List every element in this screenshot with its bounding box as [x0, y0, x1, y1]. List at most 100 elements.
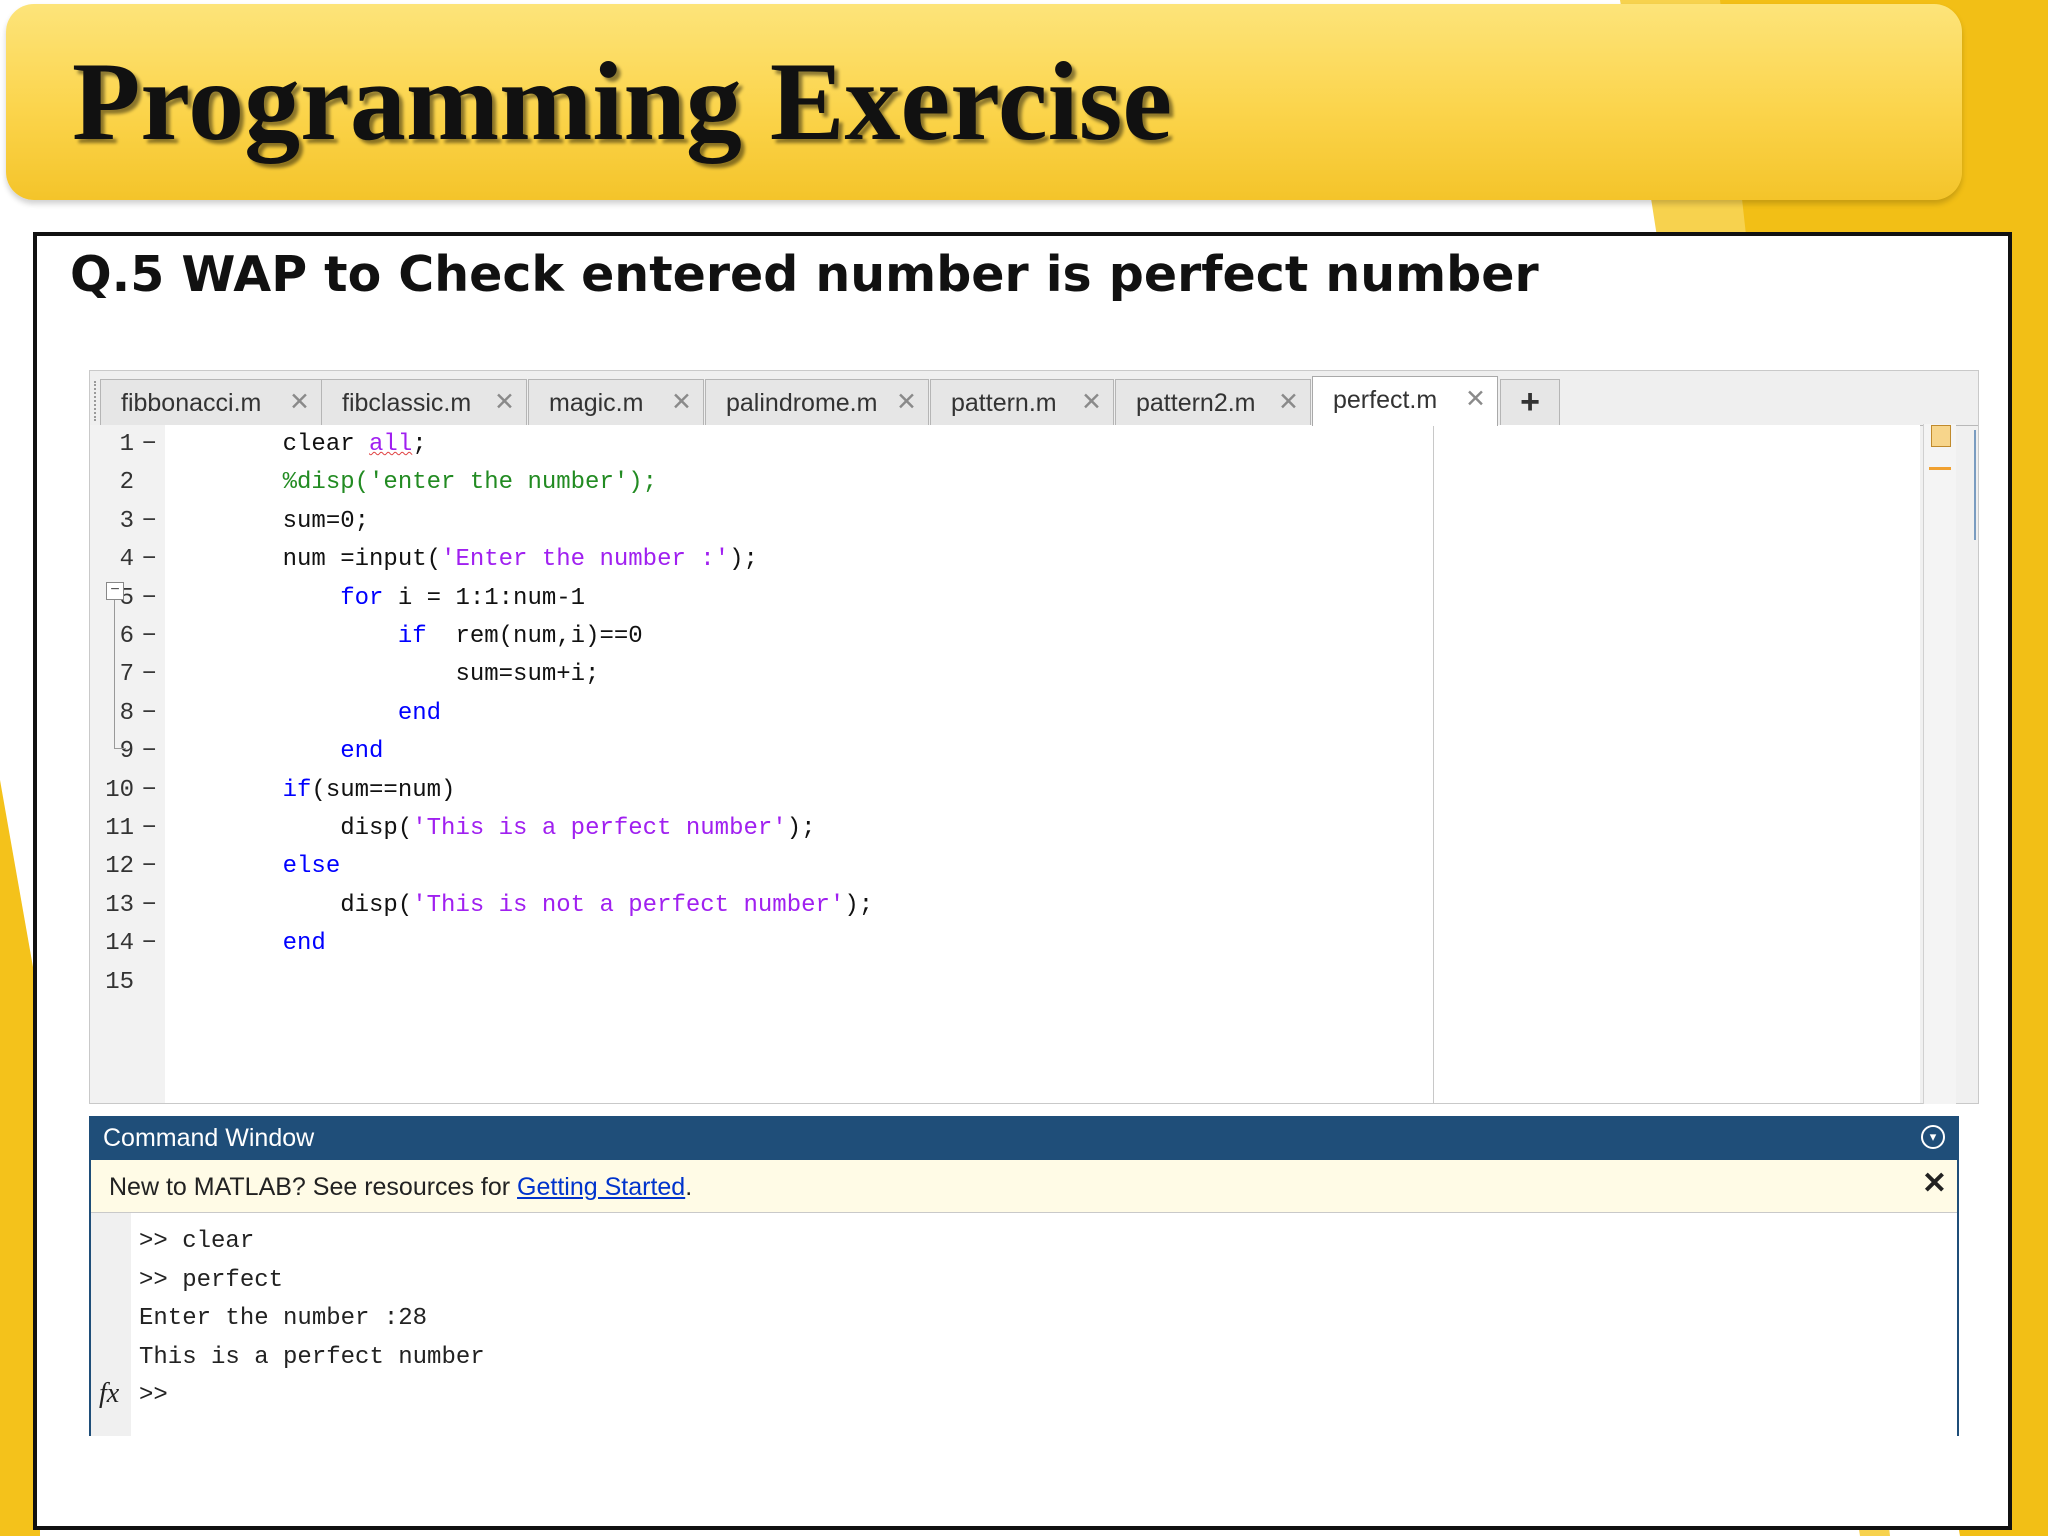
getting-started-notice: New to MATLAB? See resources for Getting… — [91, 1160, 1957, 1213]
code-token: %disp('enter the number'); — [225, 469, 658, 497]
tab-label: palindrome.m — [726, 389, 878, 417]
breakpoint-marker[interactable]: − — [142, 585, 156, 612]
command-line: >> perfect — [139, 1266, 284, 1294]
getting-started-link[interactable]: Getting Started — [517, 1173, 685, 1201]
code-token: disp( — [225, 815, 413, 842]
code-line[interactable]: 2 %disp('enter the number'); — [90, 463, 1550, 501]
code-line[interactable]: 15 — [90, 963, 1550, 1001]
code-token: rem(num,i)==0 — [426, 623, 643, 650]
breakpoint-marker[interactable]: − — [142, 738, 156, 765]
code-line[interactable]: 11− disp('This is a perfect number'); — [90, 809, 1550, 847]
editor-edge-marks — [1974, 430, 1982, 540]
warning-marker[interactable] — [1929, 467, 1951, 470]
slide-title: Programming Exercise — [72, 40, 1173, 164]
line-number: 14 — [105, 930, 134, 958]
close-notice-icon[interactable]: ✕ — [1922, 1166, 1947, 1201]
breakpoint-marker[interactable]: − — [142, 431, 156, 458]
code-line[interactable]: 5− for i = 1:1:num-1 — [90, 579, 1550, 617]
breakpoint-marker[interactable]: − — [142, 853, 156, 880]
code-token: 'This is a perfect number' — [412, 815, 787, 842]
tab-label: magic.m — [549, 389, 644, 417]
code-token: sum=sum+i; — [225, 661, 600, 689]
code-token: i = 1:1:num-1 — [383, 584, 586, 612]
function-browser-icon[interactable]: fx — [99, 1378, 119, 1410]
matlab-editor: fibbonacci.m ✕ fibclassic.m ✕ magic.m ✕ palind… — [89, 370, 1979, 1104]
code-line[interactable]: 7− sum=sum+i; — [90, 655, 1550, 693]
close-tab-icon[interactable]: ✕ — [1081, 387, 1102, 417]
close-tab-icon[interactable]: ✕ — [896, 387, 917, 417]
line-number: 4 — [119, 546, 134, 574]
tab-fibbonacci-m[interactable]: fibbonacci.m ✕ — [100, 379, 322, 425]
code-text: disp('This is not a perfect number'); — [225, 892, 873, 919]
close-tab-icon[interactable]: ✕ — [494, 387, 515, 417]
breakpoint-marker[interactable]: − — [142, 508, 156, 535]
breakpoint-marker[interactable]: − — [142, 546, 156, 573]
tab-pattern-m[interactable]: pattern.m ✕ — [930, 379, 1114, 425]
code-token: all — [369, 431, 413, 458]
right-margin-line — [1433, 424, 1434, 1104]
code-token: else — [282, 853, 341, 881]
line-number: 13 — [105, 891, 134, 919]
breakpoint-marker[interactable]: − — [142, 661, 156, 688]
tab-palindrome-m[interactable]: palindrome.m ✕ — [705, 379, 929, 425]
notice-text: New to MATLAB? See resources for Getting… — [109, 1173, 692, 1202]
close-tab-icon[interactable]: ✕ — [1465, 384, 1486, 414]
code-token: end — [340, 738, 384, 766]
code-token: for — [340, 584, 384, 612]
breakpoint-marker[interactable]: − — [142, 930, 156, 957]
command-line: Enter the number :28 — [139, 1305, 428, 1332]
code-text: end — [225, 738, 383, 765]
window-actions-icon[interactable]: ▾ — [1921, 1125, 1945, 1149]
breakpoint-marker[interactable]: − — [142, 815, 156, 842]
command-window-header: Command Window ▾ — [89, 1116, 1959, 1160]
line-number: 8 — [119, 699, 134, 727]
close-tab-icon[interactable]: ✕ — [671, 387, 692, 417]
line-number: 7 — [119, 661, 134, 689]
line-number: 11 — [105, 815, 134, 842]
code-text: num =input('Enter the number :'); — [225, 546, 758, 573]
code-line[interactable]: 10− if(sum==num) — [90, 771, 1550, 809]
new-tab-button[interactable]: + — [1500, 379, 1560, 425]
code-line[interactable]: 12− else — [90, 847, 1550, 885]
code-token: end — [397, 699, 442, 727]
code-line[interactable]: 9− end — [90, 732, 1550, 770]
code-token: disp( — [225, 891, 413, 919]
code-text: sum=sum+i; — [225, 661, 599, 688]
tab-pattern2-m[interactable]: pattern2.m ✕ — [1115, 379, 1311, 425]
fold-collapse-icon[interactable]: − — [106, 582, 124, 600]
line-number: 12 — [105, 853, 134, 881]
tab-label: fibclassic.m — [342, 389, 472, 417]
code-text: sum=0; — [225, 508, 369, 535]
fold-guide-line — [114, 600, 115, 748]
code-token: num =input( — [225, 546, 442, 574]
tab-perfect-m[interactable]: perfect.m ✕ — [1312, 376, 1498, 426]
code-line[interactable]: 8− end — [90, 694, 1550, 732]
code-line[interactable]: 13− disp('This is not a perfect number')… — [90, 886, 1550, 924]
code-line[interactable]: 14− end — [90, 924, 1550, 962]
breakpoint-marker[interactable]: − — [142, 892, 156, 919]
tab-magic-m[interactable]: magic.m ✕ — [528, 379, 704, 425]
tab-label: pattern.m — [951, 389, 1057, 417]
close-tab-icon[interactable]: ✕ — [289, 387, 310, 417]
breakpoint-marker[interactable]: − — [142, 777, 156, 804]
line-number: 1 — [119, 431, 134, 458]
code-area[interactable]: 1− clear all; 2 %disp('enter the number')… — [90, 425, 1920, 1103]
warning-indicator-icon[interactable] — [1931, 425, 1951, 447]
breakpoint-marker[interactable]: − — [142, 700, 156, 727]
breakpoint-marker[interactable]: − — [142, 623, 156, 650]
code-line[interactable]: 6− if rem(num,i)==0 — [90, 617, 1550, 655]
code-line[interactable]: 1− clear all; — [90, 425, 1550, 463]
code-token: 'This is not a perfect number' — [412, 891, 845, 919]
editor-scrollbar[interactable] — [1923, 424, 1956, 1104]
code-line[interactable]: 3− sum=0; — [90, 502, 1550, 540]
close-tab-icon[interactable]: ✕ — [1278, 387, 1299, 417]
code-token: ; — [412, 431, 427, 458]
tab-fibclassic-m[interactable]: fibclassic.m ✕ — [321, 379, 527, 425]
code-line[interactable]: 4− num =input('Enter the number :'); — [90, 540, 1550, 578]
fold-guide-end — [114, 748, 126, 749]
